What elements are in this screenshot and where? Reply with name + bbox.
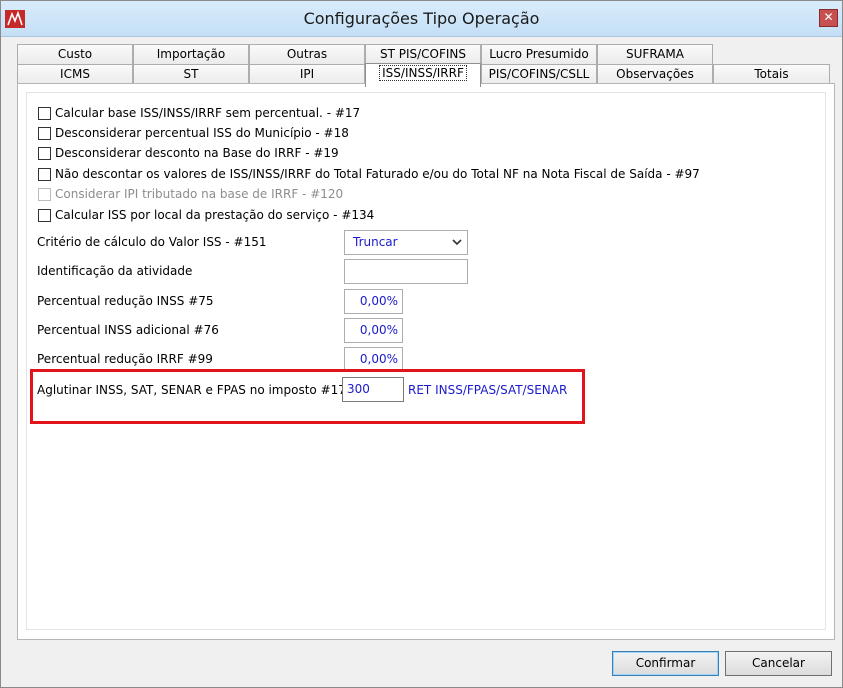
tab-totais[interactable]: Totais bbox=[713, 64, 830, 84]
inss-adicional-label: Percentual INSS adicional #76 bbox=[37, 323, 219, 337]
reducao-inss-input[interactable]: 0,00% bbox=[344, 289, 403, 314]
cancel-button[interactable]: Cancelar bbox=[725, 651, 832, 676]
tab-icms[interactable]: ICMS bbox=[17, 64, 133, 84]
tab-observacoes[interactable]: Observações bbox=[597, 64, 713, 84]
tab-iss-inss-irrf[interactable]: ISS/INSS/IRRF bbox=[365, 63, 481, 87]
close-button[interactable]: ✕ bbox=[819, 9, 838, 27]
aglutinar-label: Aglutinar INSS, SAT, SENAR e FPAS no imp… bbox=[37, 383, 354, 397]
checkbox-box bbox=[38, 187, 51, 201]
checkbox-calcular-iss-local-prestacao[interactable]: Calcular ISS por local da prestação do s… bbox=[38, 207, 374, 223]
inss-adicional-input[interactable]: 0,00% bbox=[344, 318, 403, 343]
checkbox-box[interactable] bbox=[38, 167, 51, 181]
checkbox-box[interactable] bbox=[38, 208, 51, 222]
tab-outras[interactable]: Outras bbox=[249, 44, 365, 64]
window-title: Configurações Tipo Operação bbox=[303, 9, 540, 28]
atividade-label: Identificação da atividade bbox=[37, 264, 193, 278]
checkbox-label: Desconsiderar percentual ISS do Municípi… bbox=[55, 126, 349, 140]
tab-st[interactable]: ST bbox=[133, 64, 249, 84]
tab-lucro-presumido[interactable]: Lucro Presumido bbox=[481, 44, 597, 64]
tab-st-pis-cofins[interactable]: ST PIS/COFINS bbox=[365, 44, 481, 64]
checkbox-desconsiderar-percentual-iss[interactable]: Desconsiderar percentual ISS do Municípi… bbox=[38, 125, 349, 141]
checkbox-desconsiderar-desconto-irrf[interactable]: Desconsiderar desconto na Base do IRRF -… bbox=[38, 145, 339, 161]
title-bar[interactable]: Configurações Tipo Operação ✕ bbox=[1, 1, 842, 37]
checkbox-nao-descontar-valores[interactable]: Não descontar os valores de ISS/INSS/IRR… bbox=[38, 166, 700, 182]
dialog-window: Configurações Tipo Operação ✕ Custo Impo… bbox=[0, 0, 843, 688]
tab-pis-cofins-csll[interactable]: PIS/COFINS/CSLL bbox=[481, 64, 597, 84]
chevron-down-icon bbox=[452, 239, 462, 246]
aglutinar-description: RET INSS/FPAS/SAT/SENAR bbox=[408, 383, 568, 397]
reducao-inss-label: Percentual redução INSS #75 bbox=[37, 294, 214, 308]
tab-custo[interactable]: Custo bbox=[17, 44, 133, 64]
tab-ipi[interactable]: IPI bbox=[249, 64, 365, 84]
checkbox-box[interactable] bbox=[38, 146, 51, 160]
checkbox-calcular-base-sem-percentual[interactable]: Calcular base ISS/INSS/IRRF sem percentu… bbox=[38, 105, 360, 121]
checkbox-label: Desconsiderar desconto na Base do IRRF -… bbox=[55, 146, 339, 160]
checkbox-box[interactable] bbox=[38, 106, 51, 120]
confirm-button[interactable]: Confirmar bbox=[612, 651, 719, 676]
tab-suframa[interactable]: SUFRAMA bbox=[597, 44, 713, 64]
criterio-value: Truncar bbox=[353, 235, 398, 249]
criterio-select[interactable]: Truncar bbox=[344, 230, 468, 255]
checkbox-label: Calcular ISS por local da prestação do s… bbox=[55, 208, 375, 222]
atividade-input[interactable] bbox=[344, 259, 468, 284]
checkbox-box[interactable] bbox=[38, 126, 51, 140]
checkbox-label: Considerar IPI tributado na base de IRRF… bbox=[55, 187, 344, 201]
checkbox-label: Não descontar os valores de ISS/INSS/IRR… bbox=[55, 167, 700, 181]
checkbox-considerar-ipi-tributado: Considerar IPI tributado na base de IRRF… bbox=[38, 186, 343, 202]
checkbox-label: Calcular base ISS/INSS/IRRF sem percentu… bbox=[55, 106, 361, 120]
reducao-irrf-label: Percentual redução IRRF #99 bbox=[37, 352, 213, 366]
tab-importacao[interactable]: Importação bbox=[133, 44, 249, 64]
criterio-label: Critério de cálculo do Valor ISS - #151 bbox=[37, 235, 267, 249]
aglutinar-input[interactable]: 300 bbox=[342, 377, 404, 402]
